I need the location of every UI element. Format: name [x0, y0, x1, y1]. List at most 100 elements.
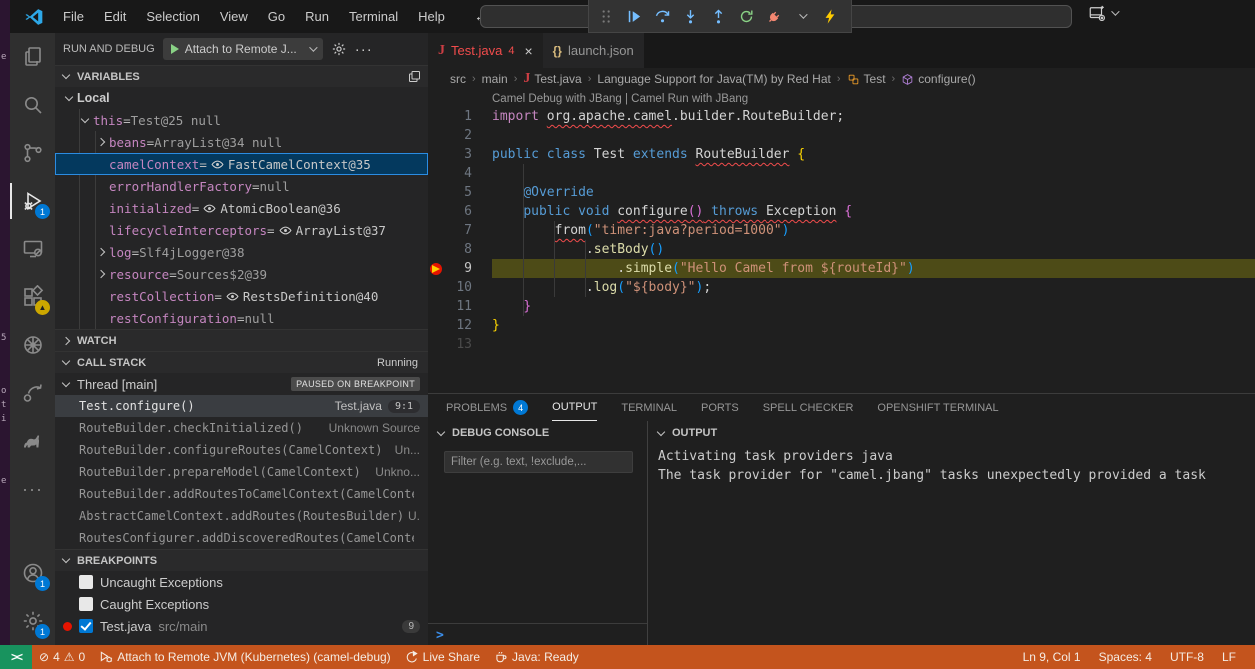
tab-test-java[interactable]: J Test.java 4 ×	[428, 33, 543, 68]
variable-row[interactable]: initialized = AtomicBoolean@36	[55, 197, 428, 219]
variables-section-header[interactable]: VARIABLES	[55, 65, 428, 87]
debug-console-repl-input[interactable]: >	[428, 623, 647, 646]
panel-tab-terminal[interactable]: TERMINAL	[621, 394, 677, 421]
remote-indicator[interactable]: ><	[0, 645, 32, 669]
breakpoint-checkbox[interactable]	[79, 597, 93, 611]
breakpoint-gutter[interactable]	[428, 164, 446, 183]
restart-icon[interactable]	[733, 3, 759, 29]
output-header[interactable]: OUTPUT	[648, 421, 1255, 445]
breakpoint-gutter[interactable]	[428, 316, 446, 335]
breakpoint-gutter[interactable]	[428, 183, 446, 202]
panel-tab-spell-checker[interactable]: SPELL CHECKER	[763, 394, 854, 421]
stack-frame-row[interactable]: Test.configure()Test.java9:1	[55, 395, 428, 417]
drag-grip-icon[interactable]	[593, 3, 619, 29]
collapse-all-icon[interactable]	[407, 69, 422, 84]
activity-explorer-icon[interactable]	[10, 33, 55, 81]
encoding-status[interactable]: UTF-8	[1161, 650, 1213, 664]
breakpoint-gutter[interactable]	[428, 107, 446, 126]
debug-session-status[interactable]: Attach to Remote JVM (Kubernetes) (camel…	[92, 650, 397, 664]
step-into-icon[interactable]	[677, 3, 703, 29]
output-log[interactable]: Activating task providers javaThe task p…	[648, 445, 1255, 485]
continue-icon[interactable]	[621, 3, 647, 29]
code-line[interactable]: 11 }	[428, 297, 1255, 316]
activity-more-icon[interactable]: ···	[10, 465, 55, 513]
activity-search-icon[interactable]	[10, 81, 55, 129]
lazy-eval-eye-icon[interactable]	[222, 290, 243, 303]
twisty-right-icon[interactable]	[93, 139, 109, 145]
code-line[interactable]: 13	[428, 335, 1255, 354]
variable-row[interactable]: log = Slf4jLogger@38	[55, 241, 428, 263]
disconnect-icon[interactable]	[761, 3, 787, 29]
stack-frame-row[interactable]: RouteBuilder.configureRoutes(CamelContex…	[55, 439, 428, 461]
activity-settings-gear-icon[interactable]: 1	[10, 597, 55, 645]
menu-item-view[interactable]: View	[211, 6, 257, 27]
breadcrumb-item[interactable]: Test	[847, 72, 886, 86]
activity-source-control-icon[interactable]	[10, 129, 55, 177]
stack-frame-row[interactable]: RouteBuilder.checkInitialized()Unknown S…	[55, 417, 428, 439]
activity-extensions-icon[interactable]: ▲	[10, 273, 55, 321]
stack-frame-row[interactable]: RouteBuilder.prepareModel(CamelContext)U…	[55, 461, 428, 483]
more-actions-icon[interactable]: ···	[355, 41, 373, 58]
breakpoint-gutter[interactable]	[428, 335, 446, 354]
breadcrumb-item[interactable]: configure()	[901, 72, 975, 86]
code-line[interactable]: 2	[428, 126, 1255, 145]
cursor-position-status[interactable]: Ln 9, Col 1	[1014, 650, 1090, 664]
variable-row[interactable]: beans = ArrayList@34 null	[55, 131, 428, 153]
menu-item-terminal[interactable]: Terminal	[340, 6, 407, 27]
menu-item-selection[interactable]: Selection	[137, 6, 208, 27]
breakpoint-gutter[interactable]	[428, 202, 446, 221]
code-line[interactable]: 10 .log("${body}");	[428, 278, 1255, 297]
variable-row[interactable]: this = Test@25 null	[55, 109, 428, 131]
breakpoint-gutter[interactable]	[428, 145, 446, 164]
stack-frame-row[interactable]: RoutesConfigurer.addDiscoveredRoutes(Cam…	[55, 527, 428, 549]
code-line[interactable]: 3public class Test extends RouteBuilder …	[428, 145, 1255, 164]
code-line[interactable]: 12}	[428, 316, 1255, 335]
java-status[interactable]: Java: Ready	[487, 650, 586, 664]
customize-layout-button[interactable]	[1088, 4, 1117, 22]
lazy-eval-eye-icon[interactable]	[199, 202, 220, 215]
watch-section-header[interactable]: WATCH	[55, 329, 428, 351]
codelens-debug-link[interactable]: Camel Debug with JBang	[492, 93, 622, 105]
code-line[interactable]: 5 @Override	[428, 183, 1255, 202]
variable-row[interactable]: errorHandlerFactory = null	[55, 175, 428, 197]
breakpoint-row[interactable]: Uncaught Exceptions	[55, 571, 428, 593]
activity-kubernetes-icon[interactable]	[10, 321, 55, 369]
start-debug-icon[interactable]	[171, 44, 179, 54]
close-icon[interactable]: ×	[524, 43, 532, 59]
menu-item-run[interactable]: Run	[296, 6, 338, 27]
codelens-run-link[interactable]: Camel Run with JBang	[631, 93, 748, 105]
debug-console-header[interactable]: DEBUG CONSOLE	[428, 421, 647, 445]
breakpoint-row[interactable]: Caught Exceptions	[55, 593, 428, 615]
variable-row[interactable]: restCollection = RestsDefinition@40	[55, 285, 428, 307]
twisty-right-icon[interactable]	[93, 271, 109, 277]
activity-camel-icon[interactable]	[10, 417, 55, 465]
lazy-eval-eye-icon[interactable]	[275, 224, 296, 237]
indentation-status[interactable]: Spaces: 4	[1090, 650, 1161, 664]
breadcrumb-item[interactable]: main	[482, 72, 508, 86]
code-line[interactable]: 1import org.apache.camel.builder.RouteBu…	[428, 107, 1255, 126]
activity-openshift-icon[interactable]	[10, 369, 55, 417]
lazy-eval-eye-icon[interactable]	[207, 158, 228, 171]
code-line[interactable]: 8 .setBody()	[428, 240, 1255, 259]
step-out-icon[interactable]	[705, 3, 731, 29]
live-share-status[interactable]: Live Share	[398, 650, 487, 664]
menu-item-edit[interactable]: Edit	[95, 6, 135, 27]
call-stack-section-header[interactable]: CALL STACK Running	[55, 351, 428, 373]
debug-console-filter-input[interactable]: Filter (e.g. text, !exclude,...	[444, 451, 633, 473]
activity-remote-explorer-icon[interactable]	[10, 225, 55, 273]
breakpoint-gutter[interactable]	[428, 126, 446, 145]
code-line[interactable]: 4	[428, 164, 1255, 183]
variable-row[interactable]: camelContext = FastCamelContext@35	[55, 153, 428, 175]
stack-frame-row[interactable]: RouteBuilder.addRoutesToCamelContext(Cam…	[55, 483, 428, 505]
variable-row[interactable]: resource = Sources$2@39	[55, 263, 428, 285]
menu-item-go[interactable]: Go	[259, 6, 294, 27]
variable-row[interactable]: Local	[55, 87, 428, 109]
breakpoints-section-header[interactable]: BREAKPOINTS	[55, 549, 428, 571]
breakpoint-checkbox[interactable]	[79, 575, 93, 589]
camel-lightning-icon[interactable]	[817, 3, 843, 29]
menu-item-file[interactable]: File	[54, 6, 93, 27]
activity-run-and-debug-icon[interactable]: 1	[10, 177, 55, 225]
variable-row[interactable]: restConfiguration = null	[55, 307, 428, 329]
panel-tab-openshift-terminal[interactable]: OPENSHIFT TERMINAL	[877, 394, 998, 421]
launch-config-dropdown[interactable]: Attach to Remote J...	[163, 38, 323, 60]
